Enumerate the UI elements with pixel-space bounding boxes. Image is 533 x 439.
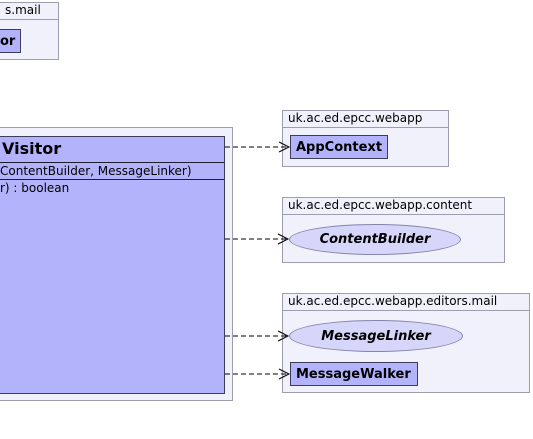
dependency-arrows xyxy=(225,141,291,380)
